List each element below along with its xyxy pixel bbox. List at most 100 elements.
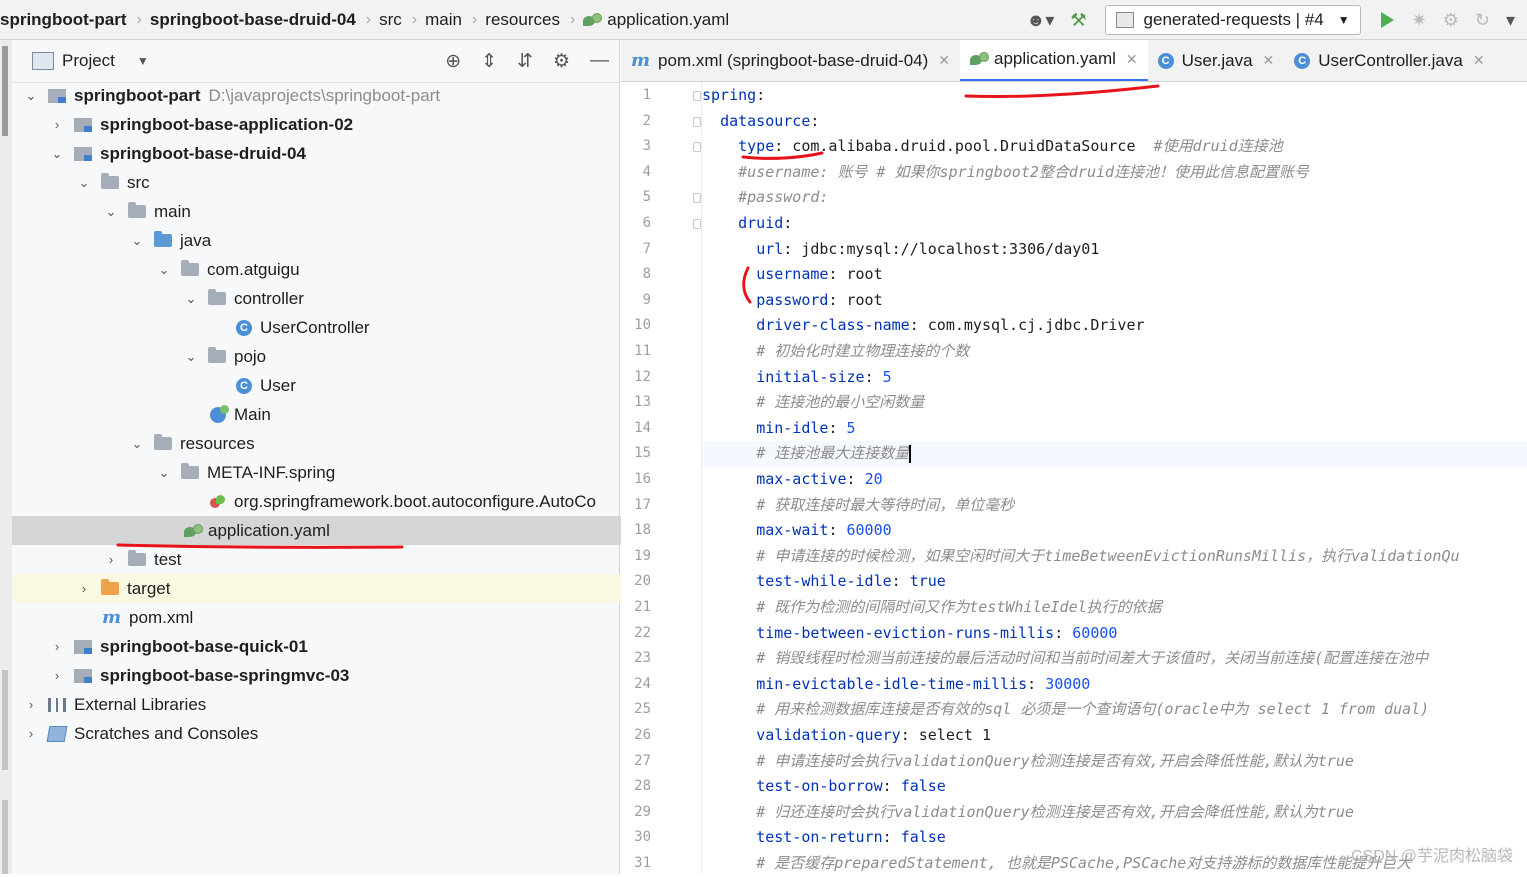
code-line[interactable]: # 申请连接时会执行validationQuery检测连接是否有效,开启会降低性… (702, 749, 1527, 775)
more-actions-icon[interactable]: ▾ (1506, 10, 1515, 31)
chevron-down-icon[interactable]: ⌄ (22, 88, 40, 104)
chevron-down-icon[interactable]: ⌄ (182, 349, 200, 365)
code-line[interactable]: test-while-idle: true (702, 569, 1527, 595)
chevron-right-icon[interactable]: › (48, 117, 66, 132)
gear-icon[interactable]: ⚙ (553, 50, 570, 73)
fold-marker-icon[interactable] (693, 219, 701, 229)
chevron-down-icon[interactable]: ⌄ (155, 465, 173, 481)
breadcrumb-item[interactable]: main (425, 10, 462, 30)
breadcrumb-item[interactable]: src (379, 10, 402, 30)
chevron-down-icon[interactable]: ⌄ (75, 175, 93, 191)
code-line[interactable]: # 归还连接时会执行validationQuery检测连接是否有效,开启会降低性… (702, 800, 1527, 826)
bookmarks-tool-window-button[interactable] (2, 670, 8, 770)
tree-node[interactable]: ⌄ main (12, 197, 710, 226)
tree-node[interactable]: ⌄ springboot-base-druid-04 (12, 139, 656, 168)
tab-pom-xml[interactable]: m pom.xml (springboot-base-druid-04) ✕ (621, 40, 960, 81)
locate-file-icon[interactable]: ⊕ (445, 50, 461, 73)
code-editor[interactable]: spring: datasource: type: com.alibaba.dr… (702, 82, 1527, 874)
code-line[interactable]: min-evictable-idle-time-millis: 30000 (702, 672, 1527, 698)
tab-user-java[interactable]: C User.java ✕ (1148, 40, 1285, 81)
code-line[interactable]: type: com.alibaba.druid.pool.DruidDataSo… (702, 134, 1527, 160)
chevron-down-icon[interactable]: ⌄ (48, 146, 66, 162)
code-line[interactable]: datasource: (702, 109, 1527, 135)
close-icon[interactable]: ✕ (1263, 52, 1275, 69)
tree-node[interactable]: › Scratches and Consoles (12, 719, 630, 748)
code-line[interactable]: password: root (702, 288, 1527, 314)
code-line[interactable]: test-on-borrow: false (702, 774, 1527, 800)
tree-node[interactable]: › springboot-base-application-02 (12, 110, 656, 139)
project-panel-actions: ⊕ ⇕ ⇵ ⚙ — (425, 40, 609, 82)
collapse-all-icon[interactable]: ⇵ (517, 50, 533, 73)
tab-usercontroller-java[interactable]: C UserController.java ✕ (1284, 40, 1494, 81)
profiler-icon[interactable]: ↻ (1475, 10, 1490, 31)
tree-node[interactable]: ⌄ springboot-part D:\javaprojects\spring… (12, 81, 630, 110)
tree-node[interactable]: ⌄ src (12, 168, 683, 197)
tree-node[interactable]: m pom.xml (12, 603, 710, 632)
code-line[interactable]: url: jdbc:mysql://localhost:3306/day01 (702, 237, 1527, 263)
code-line[interactable]: # 初始化时建立物理连接的个数 (702, 339, 1527, 365)
code-line[interactable]: spring: (702, 83, 1527, 109)
chevron-down-icon[interactable]: ⌄ (155, 262, 173, 278)
code-line[interactable]: max-active: 20 (702, 467, 1527, 493)
code-line[interactable]: # 既作为检测的间隔时间又作为testWhileIdel执行的依据 (702, 595, 1527, 621)
code-line[interactable]: # 用来检测数据库连接是否有效的sql 必须是一个查询语句(oracle中为 s… (702, 697, 1527, 723)
structure-tool-window-button[interactable] (2, 800, 8, 874)
tab-application-yaml[interactable]: application.yaml ✕ (960, 40, 1148, 81)
close-icon[interactable]: ✕ (1473, 52, 1485, 69)
fold-marker-icon[interactable] (693, 116, 701, 127)
tree-node[interactable]: › test (12, 545, 710, 574)
chevron-right-icon[interactable]: › (48, 639, 66, 654)
line-number-gutter[interactable]: 1 2 3 4 5 6 7 8 9 10 11 12 13 14 15 16 17 18 19 20 21 22 23 24 2… (621, 82, 702, 874)
code-token: : (756, 86, 766, 104)
breadcrumb-item[interactable]: springboot-part (0, 10, 127, 30)
code-line[interactable]: min-idle: 5 (702, 416, 1527, 442)
code-line[interactable]: max-wait: 60000 (702, 518, 1527, 544)
close-icon[interactable]: ✕ (1126, 51, 1138, 68)
chevron-right-icon[interactable]: › (75, 581, 93, 596)
code-line[interactable]: driver-class-name: com.mysql.cj.jdbc.Dri… (702, 313, 1527, 339)
close-icon[interactable]: ✕ (938, 52, 950, 69)
code-line[interactable]: validation-query: select 1 (702, 723, 1527, 749)
chevron-right-icon[interactable]: › (22, 726, 40, 741)
code-line[interactable]: # 连接池的最小空闲数量 (702, 390, 1527, 416)
coverage-icon[interactable]: ⚙ (1443, 10, 1459, 31)
expand-all-icon[interactable]: ⇕ (481, 50, 497, 73)
build-hammer-icon[interactable]: ⚒ (1070, 10, 1086, 31)
run-icon[interactable] (1380, 12, 1394, 28)
fold-marker-icon[interactable] (693, 193, 701, 204)
code-line[interactable]: # 申请连接的时候检测，如果空闲时间大于timeBetweenEvictionR… (702, 544, 1527, 570)
tree-node[interactable]: › External Libraries (12, 690, 630, 719)
hide-panel-icon[interactable]: — (590, 50, 609, 72)
tree-node[interactable]: › springboot-base-quick-01 (12, 632, 656, 661)
tree-node[interactable]: › target (12, 574, 683, 603)
breadcrumb-item[interactable]: application.yaml (583, 10, 729, 30)
code-line[interactable]: # 获取连接时最大等待时间，单位毫秒 (702, 493, 1527, 519)
chevron-right-icon[interactable]: › (48, 668, 66, 683)
fold-marker-icon[interactable] (693, 142, 701, 153)
code-line[interactable]: # 连接池最大连接数量 (702, 441, 1527, 467)
fold-marker-icon[interactable] (693, 91, 701, 101)
tree-node[interactable]: › springboot-base-springmvc-03 (12, 661, 656, 690)
code-line[interactable]: username: root (702, 262, 1527, 288)
chevron-down-icon[interactable]: ⌄ (102, 204, 120, 220)
code-line[interactable]: #username: 账号 # 如果你springboot2整合druid连接池… (702, 160, 1527, 186)
debug-icon[interactable]: ✷ (1412, 10, 1427, 31)
project-tool-window-button[interactable] (2, 46, 8, 136)
code-line[interactable]: time-between-eviction-runs-millis: 60000 (702, 621, 1527, 647)
breadcrumb-item[interactable]: resources (485, 10, 560, 30)
breadcrumb-item[interactable]: springboot-base-druid-04 (150, 10, 356, 30)
code-line[interactable]: initial-size: 5 (702, 365, 1527, 391)
chevron-down-icon[interactable]: ⌄ (128, 436, 146, 452)
chevron-down-icon[interactable]: ⌄ (182, 291, 200, 307)
code-line[interactable]: #password: (702, 185, 1527, 211)
user-account-icon[interactable]: ☻▾ (1026, 10, 1054, 31)
project-panel-title[interactable]: Project (62, 51, 115, 71)
chevron-right-icon[interactable]: › (22, 697, 40, 712)
code-line[interactable]: # 销毁线程时检测当前连接的最后活动时间和当前时间差大于该值时，关闭当前连接(配… (702, 646, 1527, 672)
chevron-down-icon[interactable]: ▼ (137, 54, 149, 68)
chevron-right-icon[interactable]: › (102, 552, 120, 567)
run-configuration-dropdown[interactable]: generated-requests | #4 ▼ (1104, 5, 1361, 35)
chevron-down-icon[interactable]: ⌄ (128, 233, 146, 249)
code-line[interactable]: druid: (702, 211, 1527, 237)
